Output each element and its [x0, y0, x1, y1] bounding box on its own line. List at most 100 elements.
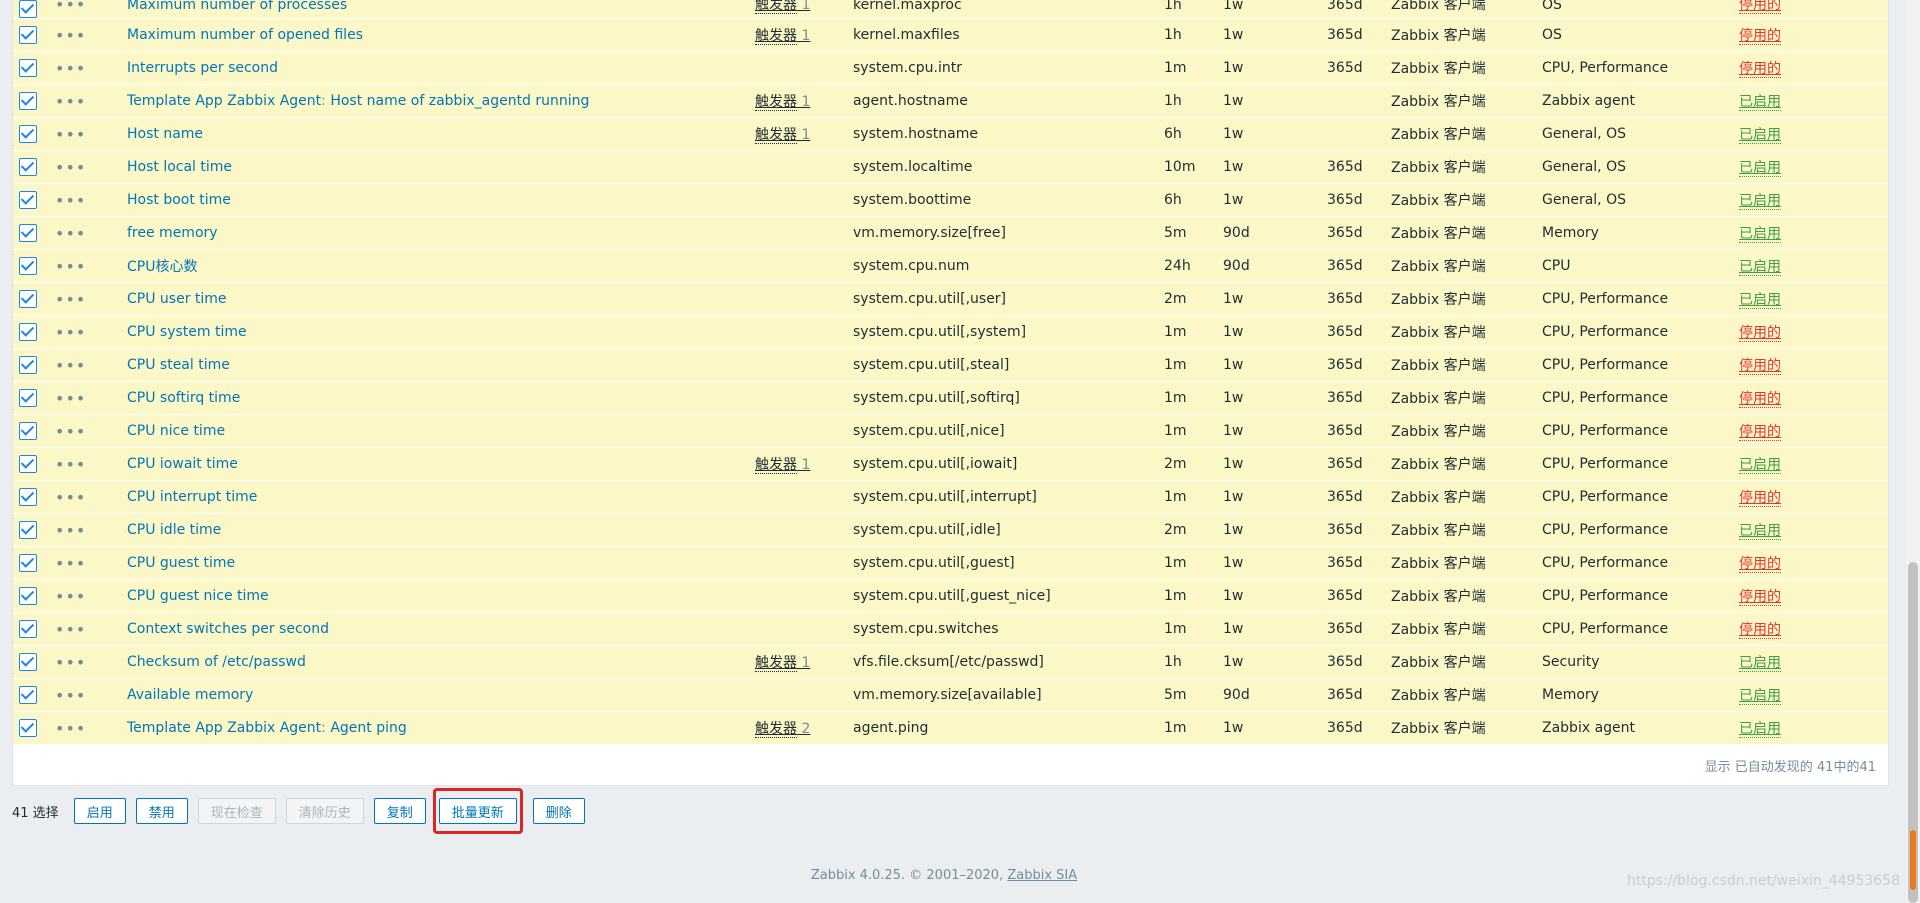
more-actions-icon[interactable]: ••• [55, 191, 86, 210]
template-link[interactable]: Template App Zabbix Agent [127, 93, 321, 109]
more-actions-icon[interactable]: ••• [55, 0, 86, 14]
more-actions-icon[interactable]: ••• [55, 653, 86, 672]
status-toggle[interactable]: 已启用 [1739, 688, 1781, 705]
item-name-link[interactable]: Maximum number of opened files [127, 27, 363, 43]
more-actions-icon[interactable]: ••• [55, 59, 86, 78]
item-name-link[interactable]: free memory [127, 225, 218, 241]
row-checkbox[interactable] [19, 59, 37, 77]
more-actions-icon[interactable]: ••• [55, 521, 86, 540]
disable-button[interactable]: 禁用 [135, 798, 188, 824]
status-toggle[interactable]: 停用的 [1739, 391, 1781, 408]
row-checkbox[interactable] [19, 719, 37, 737]
row-checkbox[interactable] [19, 620, 37, 638]
enable-button[interactable]: 启用 [73, 798, 126, 824]
more-actions-icon[interactable]: ••• [55, 455, 86, 474]
row-checkbox[interactable] [19, 422, 37, 440]
row-checkbox[interactable] [19, 521, 37, 539]
item-name-link[interactable]: CPU iowait time [127, 456, 238, 472]
item-name-link[interactable]: Host name of zabbix_agentd running [330, 93, 589, 109]
row-checkbox[interactable] [19, 92, 37, 110]
more-actions-icon[interactable]: ••• [55, 224, 86, 243]
row-checkbox[interactable] [19, 554, 37, 572]
item-name-link[interactable]: CPU user time [127, 291, 227, 307]
check-now-button[interactable]: 现在检查 [197, 798, 276, 824]
more-actions-icon[interactable]: ••• [55, 158, 86, 177]
row-checkbox[interactable] [19, 158, 37, 176]
status-toggle[interactable]: 停用的 [1739, 556, 1781, 573]
status-toggle[interactable]: 已启用 [1739, 721, 1781, 738]
more-actions-icon[interactable]: ••• [55, 356, 86, 375]
more-actions-icon[interactable]: ••• [55, 719, 86, 738]
status-toggle[interactable]: 停用的 [1739, 28, 1781, 45]
status-toggle[interactable]: 停用的 [1739, 325, 1781, 342]
delete-button[interactable]: 删除 [532, 798, 585, 824]
more-actions-icon[interactable]: ••• [55, 554, 86, 573]
more-actions-icon[interactable]: ••• [55, 620, 86, 639]
template-link[interactable]: Template App Zabbix Agent [127, 720, 321, 736]
zabbix-sia-link[interactable]: Zabbix SIA [1007, 868, 1077, 883]
row-checkbox[interactable] [19, 653, 37, 671]
item-name-link[interactable]: Host local time [127, 159, 232, 175]
more-actions-icon[interactable]: ••• [55, 686, 86, 705]
status-toggle[interactable]: 已启用 [1739, 226, 1781, 243]
more-actions-icon[interactable]: ••• [55, 92, 86, 111]
status-toggle[interactable]: 停用的 [1739, 622, 1781, 639]
triggers-link[interactable]: 触发器 2 [755, 721, 810, 738]
status-toggle[interactable]: 已启用 [1739, 193, 1781, 210]
triggers-link[interactable]: 触发器 1 [755, 94, 810, 111]
item-name-link[interactable]: Available memory [127, 687, 253, 703]
item-name-link[interactable]: CPU interrupt time [127, 489, 257, 505]
more-actions-icon[interactable]: ••• [55, 587, 86, 606]
item-name-link[interactable]: CPU softirq time [127, 390, 240, 406]
vertical-scrollbar[interactable] [1906, 0, 1920, 903]
row-checkbox[interactable] [19, 290, 37, 308]
row-checkbox[interactable] [19, 26, 37, 44]
status-toggle[interactable]: 已启用 [1739, 523, 1781, 540]
item-name-link[interactable]: Interrupts per second [127, 60, 278, 76]
row-checkbox[interactable] [19, 191, 37, 209]
triggers-link[interactable]: 触发器 1 [755, 655, 810, 672]
status-toggle[interactable]: 停用的 [1739, 589, 1781, 606]
status-toggle[interactable]: 已启用 [1739, 127, 1781, 144]
item-name-link[interactable]: CPU核心数 [127, 259, 197, 275]
status-toggle[interactable]: 已启用 [1739, 655, 1781, 672]
row-checkbox[interactable] [19, 0, 37, 18]
item-name-link[interactable]: CPU steal time [127, 357, 230, 373]
row-checkbox[interactable] [19, 125, 37, 143]
more-actions-icon[interactable]: ••• [55, 257, 86, 276]
triggers-link[interactable]: 触发器 1 [755, 127, 810, 144]
status-toggle[interactable]: 停用的 [1739, 358, 1781, 375]
more-actions-icon[interactable]: ••• [55, 26, 86, 45]
row-checkbox[interactable] [19, 587, 37, 605]
status-toggle[interactable]: 已启用 [1739, 292, 1781, 309]
status-toggle[interactable]: 已启用 [1739, 94, 1781, 111]
more-actions-icon[interactable]: ••• [55, 488, 86, 507]
more-actions-icon[interactable]: ••• [55, 290, 86, 309]
item-name-link[interactable]: Context switches per second [127, 621, 329, 637]
status-toggle[interactable]: 停用的 [1739, 424, 1781, 441]
row-checkbox[interactable] [19, 389, 37, 407]
triggers-link[interactable]: 触发器 1 [755, 28, 810, 45]
more-actions-icon[interactable]: ••• [55, 323, 86, 342]
copy-button[interactable]: 复制 [373, 798, 426, 824]
item-name-link[interactable]: Checksum of /etc/passwd [127, 654, 306, 670]
item-name-link[interactable]: Host name [127, 126, 203, 142]
status-toggle[interactable]: 停用的 [1739, 0, 1781, 14]
item-name-link[interactable]: CPU system time [127, 324, 247, 340]
row-checkbox[interactable] [19, 323, 37, 341]
item-name-link[interactable]: Host boot time [127, 192, 231, 208]
more-actions-icon[interactable]: ••• [55, 389, 86, 408]
row-checkbox[interactable] [19, 356, 37, 374]
row-checkbox[interactable] [19, 257, 37, 275]
status-toggle[interactable]: 已启用 [1739, 160, 1781, 177]
item-name-link[interactable]: CPU idle time [127, 522, 221, 538]
clear-history-button[interactable]: 清除历史 [285, 798, 364, 824]
status-toggle[interactable]: 已启用 [1739, 457, 1781, 474]
more-actions-icon[interactable]: ••• [55, 422, 86, 441]
item-name-link[interactable]: CPU nice time [127, 423, 225, 439]
item-name-link[interactable]: Agent ping [330, 720, 406, 736]
item-name-link[interactable]: CPU guest nice time [127, 588, 269, 604]
row-checkbox[interactable] [19, 686, 37, 704]
triggers-link[interactable]: 触发器 1 [755, 457, 810, 474]
mass-update-button[interactable]: 批量更新 [438, 798, 517, 824]
